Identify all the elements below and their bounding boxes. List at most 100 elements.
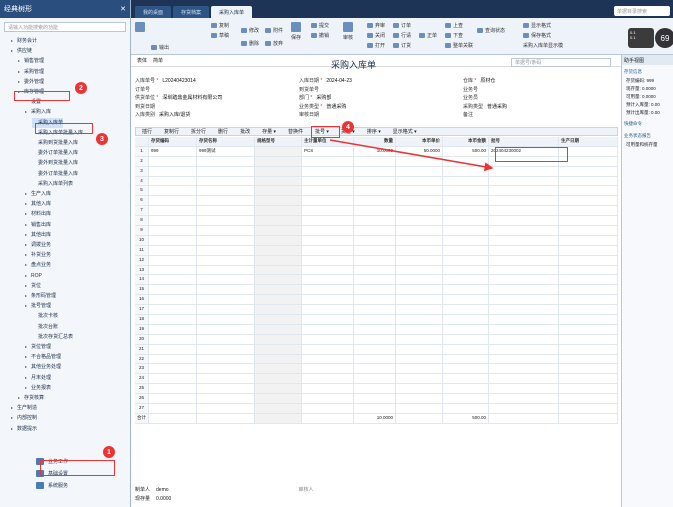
table-cell[interactable]	[396, 275, 443, 285]
table-cell[interactable]	[396, 156, 443, 166]
table-cell[interactable]	[302, 404, 354, 413]
table-cell[interactable]	[255, 206, 302, 216]
sidebar-item[interactable]: ▸ 其他业务处理	[25, 362, 61, 372]
table-cell[interactable]	[396, 216, 443, 226]
table-cell[interactable]	[354, 176, 396, 186]
table-cell[interactable]	[354, 216, 396, 226]
grid-toolbar-button[interactable]: 复制行	[164, 128, 179, 135]
table-cell[interactable]	[302, 413, 354, 423]
sidebar-item[interactable]: ▸ 其他出库	[25, 230, 51, 240]
status-report-section[interactable]: 业务状态报告	[622, 131, 673, 141]
table-cell[interactable]	[149, 315, 197, 324]
table-cell[interactable]	[559, 186, 618, 196]
table-cell[interactable]: 8	[135, 216, 149, 226]
header-field-value[interactable]: 采购入库/退货	[159, 112, 190, 118]
table-cell[interactable]	[302, 166, 354, 176]
header-field[interactable]: 采购类型 普通采购	[463, 103, 507, 110]
sidebar-item[interactable]: 批次卡核	[32, 311, 58, 321]
sidebar-item[interactable]: ▸ 其他入库	[25, 199, 51, 209]
table-cell[interactable]	[443, 176, 489, 186]
table-cell[interactable]	[489, 334, 559, 344]
table-cell[interactable]: 3	[135, 166, 149, 176]
revoke-button[interactable]: 撤销	[311, 32, 329, 39]
table-cell[interactable]	[559, 315, 618, 324]
sidebar-item[interactable]: ▸ 生产制造	[11, 403, 37, 413]
table-cell[interactable]	[396, 413, 443, 423]
header-field-value[interactable]: 2024-04-23	[326, 78, 352, 84]
table-cell[interactable]: 6	[135, 196, 149, 206]
table-cell[interactable]	[197, 206, 255, 216]
pin-icon[interactable]: ✕	[120, 5, 126, 13]
trace-down-button[interactable]: 下查	[445, 32, 463, 39]
table-cell[interactable]	[396, 334, 443, 344]
table-cell[interactable]	[559, 245, 618, 255]
table-cell[interactable]: 5	[135, 186, 149, 196]
grid-toolbar-button[interactable]: 批改	[240, 128, 250, 135]
status-report-item[interactable]: 可用量和统存量	[622, 141, 673, 149]
table-cell[interactable]	[255, 404, 302, 413]
table-cell[interactable]	[302, 206, 354, 216]
table-cell[interactable]	[443, 255, 489, 265]
table-cell[interactable]	[489, 344, 559, 354]
save-format-button[interactable]: 保存格式	[523, 32, 551, 39]
table-cell[interactable]	[302, 384, 354, 394]
table-cell[interactable]	[149, 176, 197, 186]
sidebar-item[interactable]: ▸ 数据提示	[11, 424, 37, 434]
table-cell[interactable]: 22	[135, 354, 149, 364]
header-field[interactable]: 备注	[463, 111, 477, 118]
table-cell[interactable]	[489, 305, 559, 315]
table-cell[interactable]	[443, 354, 489, 364]
table-cell[interactable]	[559, 404, 618, 413]
table-cell[interactable]	[149, 344, 197, 354]
table-cell[interactable]	[255, 285, 302, 295]
table-cell[interactable]	[489, 265, 559, 275]
table-cell[interactable]	[396, 384, 443, 394]
table-cell[interactable]	[302, 285, 354, 295]
table-cell[interactable]	[354, 265, 396, 275]
table-cell[interactable]	[354, 235, 396, 245]
table-cell[interactable]	[559, 285, 618, 295]
sidebar-item[interactable]: ▸ 材料出库	[25, 209, 51, 219]
header-field-value[interactable]: L20240423014	[162, 78, 195, 84]
table-cell[interactable]	[354, 285, 396, 295]
table-cell[interactable]	[354, 166, 396, 176]
table-cell[interactable]	[354, 206, 396, 216]
table-cell[interactable]	[197, 315, 255, 324]
table-cell[interactable]	[354, 156, 396, 166]
table-cell[interactable]	[197, 374, 255, 384]
table-cell[interactable]	[443, 404, 489, 413]
table-cell[interactable]: PCS	[302, 146, 354, 156]
table-cell[interactable]	[396, 226, 443, 235]
audit-button[interactable]: 审核	[343, 22, 353, 41]
table-cell[interactable]	[302, 265, 354, 275]
table-cell[interactable]	[197, 285, 255, 295]
table-cell[interactable]	[489, 384, 559, 394]
sidebar-item[interactable]: 批次存货汇总表	[32, 332, 73, 342]
modify-button[interactable]: 修改	[241, 27, 259, 34]
table-cell[interactable]	[197, 226, 255, 235]
sidebar-search-input[interactable]: 请输入功能搜索的功能	[4, 22, 126, 32]
table-cell[interactable]	[396, 394, 443, 404]
table-cell[interactable]	[489, 176, 559, 186]
table-cell[interactable]	[149, 255, 197, 265]
header-field[interactable]: 仓库 * 原材仓	[463, 77, 495, 84]
table-cell[interactable]	[443, 166, 489, 176]
header-field-value[interactable]: 普通采购	[326, 104, 346, 110]
table-cell[interactable]	[396, 255, 443, 265]
table-cell[interactable]	[354, 344, 396, 354]
copy-button[interactable]: 复制	[211, 22, 229, 29]
grid-toolbar-button[interactable]: 替换件	[288, 128, 303, 135]
header-field[interactable]: 到货日期	[135, 103, 159, 110]
table-cell[interactable]: 9	[135, 226, 149, 235]
table-cell[interactable]	[489, 374, 559, 384]
table-cell[interactable]	[489, 275, 559, 285]
table-cell[interactable]	[559, 235, 618, 245]
table-cell[interactable]	[197, 334, 255, 344]
table-cell[interactable]	[255, 176, 302, 186]
tab-desktop[interactable]: 我的桌面	[135, 6, 172, 18]
table-cell[interactable]: 12	[135, 255, 149, 265]
table-cell[interactable]	[302, 305, 354, 315]
table-cell[interactable]	[255, 196, 302, 206]
table-cell[interactable]	[255, 374, 302, 384]
grid-toolbar-button[interactable]: 拆分行	[191, 128, 206, 135]
